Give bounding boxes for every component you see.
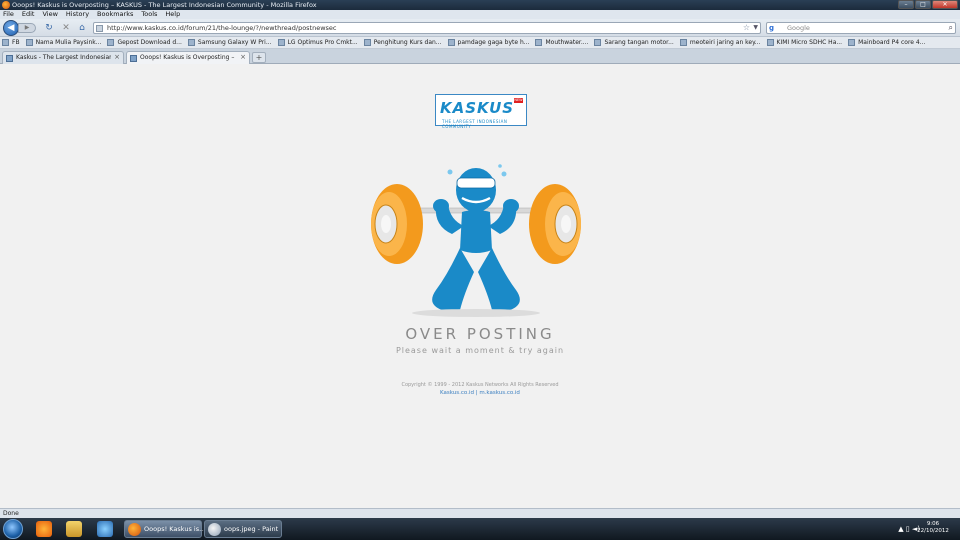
bookmark-item[interactable]: Sarang tangan motor... bbox=[594, 37, 674, 48]
page-content: KASKUS THE LARGEST INDONESIAN COMMUNITY … bbox=[0, 64, 960, 508]
forward-button[interactable]: ▶ bbox=[18, 23, 36, 33]
search-icon[interactable]: ⌕ bbox=[949, 23, 953, 33]
media-app-icon[interactable] bbox=[36, 521, 52, 537]
menu-help[interactable]: Help bbox=[165, 10, 180, 19]
menu-tools[interactable]: Tools bbox=[141, 10, 157, 19]
tab-overposting[interactable]: Ooops! Kaskus is Overposting – K... × bbox=[126, 51, 250, 64]
back-button[interactable]: ◀ bbox=[3, 20, 19, 36]
status-bar: Done bbox=[0, 508, 960, 518]
bookmark-item[interactable]: Mainboard P4 core 4... bbox=[848, 37, 925, 48]
bookmarks-toolbar: FB Nama Mulia Paysink... Gepost Download… bbox=[0, 37, 960, 49]
bookmark-item[interactable]: Mouthwater.... bbox=[535, 37, 588, 48]
maximize-button[interactable]: □ bbox=[915, 0, 931, 9]
kaskus-favicon bbox=[6, 55, 13, 62]
address-bar[interactable]: http://www.kaskus.co.id/forum/21/the-lou… bbox=[93, 22, 761, 34]
app-icon[interactable] bbox=[97, 521, 113, 537]
new-tab-button[interactable]: + bbox=[252, 52, 266, 63]
window-title: Ooops! Kaskus is Overposting – KASKUS - … bbox=[12, 1, 317, 9]
stop-icon[interactable]: ✕ bbox=[61, 23, 71, 33]
bookmark-icon bbox=[848, 39, 856, 46]
forward-arrow-icon: ▶ bbox=[24, 24, 30, 31]
menu-file[interactable]: File bbox=[3, 10, 14, 19]
footer-links[interactable]: Kaskus.co.id | m.kaskus.co.id bbox=[380, 390, 580, 396]
firefox-icon[interactable] bbox=[2, 1, 10, 9]
minimize-button[interactable]: – bbox=[898, 0, 914, 9]
bookmark-star-icon[interactable]: ☆ bbox=[743, 23, 750, 32]
kaskus-logo[interactable]: KASKUS THE LARGEST INDONESIAN COMMUNITY … bbox=[435, 94, 527, 129]
menu-bar: File Edit View History Bookmarks Tools H… bbox=[0, 10, 960, 19]
search-box[interactable]: g Google ⌕ bbox=[766, 22, 956, 34]
tab-kaskus-home[interactable]: Kaskus - The Largest Indonesian Co... × bbox=[2, 51, 124, 64]
taskbar-firefox[interactable]: Ooops! Kaskus is... bbox=[124, 520, 205, 538]
bookmark-icon bbox=[679, 39, 687, 46]
bookmark-item[interactable]: KIMI Micro SDHC Ha... bbox=[766, 37, 842, 48]
bookmark-icon bbox=[25, 39, 33, 46]
page-heading: OVER POSTING bbox=[405, 325, 555, 343]
page-subheading: Please wait a moment & try again bbox=[395, 346, 565, 355]
bookmark-item[interactable]: meoteiri jaring an key... bbox=[679, 37, 761, 48]
status-text: Done bbox=[3, 510, 19, 517]
weightlifter-mascot-icon bbox=[371, 164, 581, 317]
kaskus-favicon bbox=[130, 55, 137, 62]
paint-icon bbox=[208, 523, 221, 536]
bookmark-item[interactable]: pamdage gaga byte h... bbox=[447, 37, 529, 48]
bookmark-item[interactable]: Gepost Download d... bbox=[107, 37, 182, 48]
navigation-toolbar: ◀ ▶ ↻ ✕ ⌂ http://www.kaskus.co.id/forum/… bbox=[0, 19, 960, 37]
menu-edit[interactable]: Edit bbox=[22, 10, 35, 19]
bookmark-item[interactable]: FB bbox=[2, 37, 20, 48]
window-controls: – □ ✕ bbox=[897, 0, 958, 10]
bookmark-icon bbox=[766, 39, 774, 46]
back-arrow-icon: ◀ bbox=[7, 23, 15, 33]
clock[interactable]: 9:06 22/10/2012 bbox=[916, 521, 950, 535]
menu-history[interactable]: History bbox=[66, 10, 89, 19]
site-identity-icon[interactable] bbox=[96, 25, 103, 32]
firefox-window: Ooops! Kaskus is Overposting – KASKUS - … bbox=[0, 0, 960, 540]
bookmark-icon bbox=[107, 39, 115, 46]
close-button[interactable]: ✕ bbox=[932, 0, 958, 9]
bookmark-icon bbox=[277, 39, 285, 46]
bookmark-icon bbox=[594, 39, 602, 46]
menu-bookmarks[interactable]: Bookmarks bbox=[97, 10, 133, 19]
bookmark-item[interactable]: LG Optimus Pro Cmkt... bbox=[277, 37, 358, 48]
menu-view[interactable]: View bbox=[42, 10, 57, 19]
bookmark-item[interactable]: Samsung Galaxy W Pri... bbox=[187, 37, 272, 48]
bookmark-icon bbox=[447, 39, 455, 46]
url-dropdown-icon[interactable]: ▼ bbox=[753, 24, 758, 31]
title-bar: Ooops! Kaskus is Overposting – KASKUS - … bbox=[0, 0, 960, 10]
bookmark-icon bbox=[535, 39, 543, 46]
firefox-icon bbox=[128, 523, 141, 536]
bookmark-icon bbox=[363, 39, 371, 46]
google-icon[interactable]: g bbox=[769, 24, 774, 32]
home-icon[interactable]: ⌂ bbox=[77, 23, 87, 33]
bookmark-item[interactable]: Penghitung Kurs dan... bbox=[363, 37, 442, 48]
close-tab-icon[interactable]: × bbox=[114, 53, 120, 61]
taskbar-paint[interactable]: oops.jpeg - Paint bbox=[204, 520, 282, 538]
tab-strip: Kaskus - The Largest Indonesian Co... × … bbox=[0, 49, 960, 64]
media-player-icon[interactable] bbox=[66, 521, 82, 537]
url-text[interactable]: http://www.kaskus.co.id/forum/21/the-lou… bbox=[107, 24, 337, 32]
reload-icon[interactable]: ↻ bbox=[44, 23, 54, 33]
facebook-icon bbox=[2, 39, 9, 46]
copyright-text: Copyright © 1999 - 2012 Kaskus Networks … bbox=[401, 382, 559, 388]
windows-taskbar: Ooops! Kaskus is... oops.jpeg - Paint ▲ … bbox=[0, 518, 960, 540]
search-input[interactable]: Google bbox=[787, 24, 810, 32]
bookmark-item[interactable]: Nama Mulia Paysink... bbox=[25, 37, 101, 48]
start-button[interactable] bbox=[3, 519, 23, 539]
close-tab-icon[interactable]: × bbox=[240, 53, 246, 61]
bookmark-icon bbox=[187, 39, 195, 46]
